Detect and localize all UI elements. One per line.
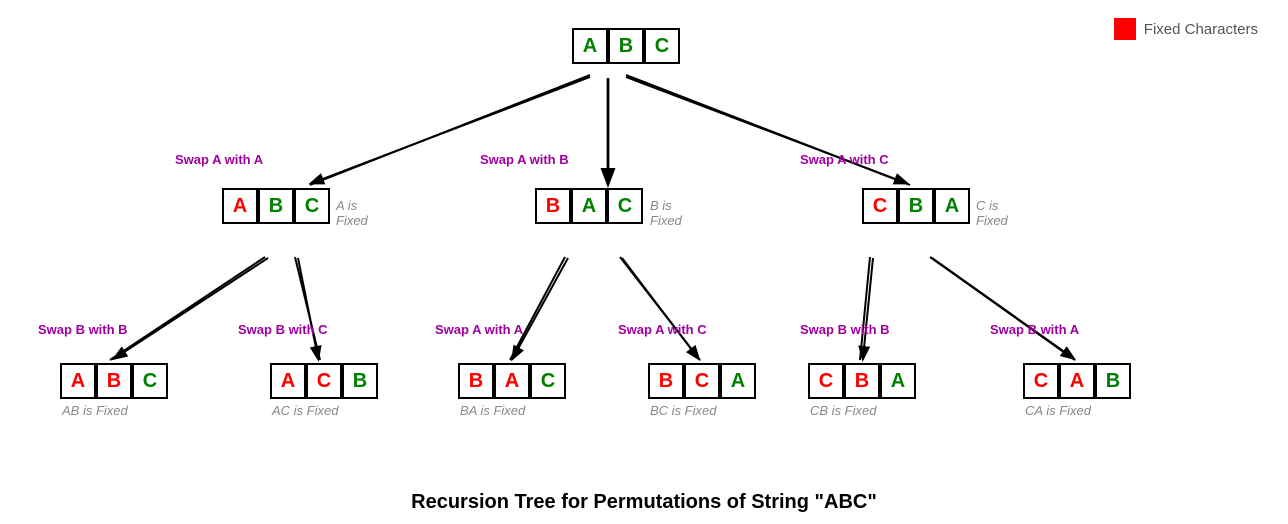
main-container: Fixed Characters [0, 0, 1288, 524]
l2-4-swap-label: Swap B with B [800, 322, 890, 337]
l1-0-fixed-label: A isFixed [336, 198, 368, 228]
l1-node-2: C B A [862, 188, 970, 224]
legend-icon [1114, 18, 1136, 40]
l1-2-cell-1: B [898, 188, 934, 224]
l2-5-cell-1: A [1059, 363, 1095, 399]
l2-2-cell-2: C [530, 363, 566, 399]
page-title: Recursion Tree for Permutations of Strin… [411, 491, 877, 514]
l1-1-fixed-label: B isFixed [650, 198, 682, 228]
legend: Fixed Characters [1114, 18, 1258, 40]
l2-node-2: B A C [458, 363, 566, 399]
l2-node-4: C B A [808, 363, 916, 399]
l1-node-1: B A C [535, 188, 643, 224]
tree-lines [0, 0, 1288, 524]
l1-2-cell-2: A [934, 188, 970, 224]
l1-1-cell-0: B [535, 188, 571, 224]
l2-2-fixed-label: BA is Fixed [460, 403, 525, 418]
l1-0-cell-0: A [222, 188, 258, 224]
l2-node-3: B C A [648, 363, 756, 399]
l2-4-cell-0: C [808, 363, 844, 399]
l2-1-swap-label: Swap B with C [238, 322, 328, 337]
l2-3-cell-2: A [720, 363, 756, 399]
root-node: A B C [572, 28, 680, 64]
l2-0-swap-label: Swap B with B [38, 322, 128, 337]
root-cell-2: C [644, 28, 680, 64]
l1-0-cell-2: C [294, 188, 330, 224]
l1-node-0: A B C [222, 188, 330, 224]
l2-1-cell-2: B [342, 363, 378, 399]
l2-node-1: A C B [270, 363, 378, 399]
l2-2-cell-1: A [494, 363, 530, 399]
l2-4-cell-2: A [880, 363, 916, 399]
l1-2-cell-0: C [862, 188, 898, 224]
l2-3-cell-1: C [684, 363, 720, 399]
l2-5-fixed-label: CA is Fixed [1025, 403, 1091, 418]
l2-5-cell-2: B [1095, 363, 1131, 399]
l2-3-cell-0: B [648, 363, 684, 399]
root-cell-0: A [572, 28, 608, 64]
l2-5-swap-label: Swap B with A [990, 322, 1079, 337]
l1-0-swap-label: Swap A with A [175, 152, 263, 167]
l1-2-fixed-label: C isFixed [976, 198, 1008, 228]
l2-2-cell-0: B [458, 363, 494, 399]
l1-0-cell-1: B [258, 188, 294, 224]
l2-node-5: C A B [1023, 363, 1131, 399]
l1-1-swap-label: Swap A with B [480, 152, 569, 167]
l1-1-cell-2: C [607, 188, 643, 224]
l2-node-0: A B C [60, 363, 168, 399]
l2-3-swap-label: Swap A with C [618, 322, 707, 337]
l2-1-fixed-label: AC is Fixed [272, 403, 338, 418]
l2-1-cell-1: C [306, 363, 342, 399]
l2-5-cell-0: C [1023, 363, 1059, 399]
l2-0-cell-2: C [132, 363, 168, 399]
l2-0-cell-1: B [96, 363, 132, 399]
l1-2-swap-label: Swap A with C [800, 152, 889, 167]
l2-3-fixed-label: BC is Fixed [650, 403, 716, 418]
l2-4-cell-1: B [844, 363, 880, 399]
legend-text: Fixed Characters [1144, 21, 1258, 38]
l2-0-fixed-label: AB is Fixed [62, 403, 128, 418]
l2-0-cell-0: A [60, 363, 96, 399]
l2-2-swap-label: Swap A with A [435, 322, 523, 337]
l2-1-cell-0: A [270, 363, 306, 399]
l1-1-cell-1: A [571, 188, 607, 224]
root-cell-1: B [608, 28, 644, 64]
l2-4-fixed-label: CB is Fixed [810, 403, 876, 418]
